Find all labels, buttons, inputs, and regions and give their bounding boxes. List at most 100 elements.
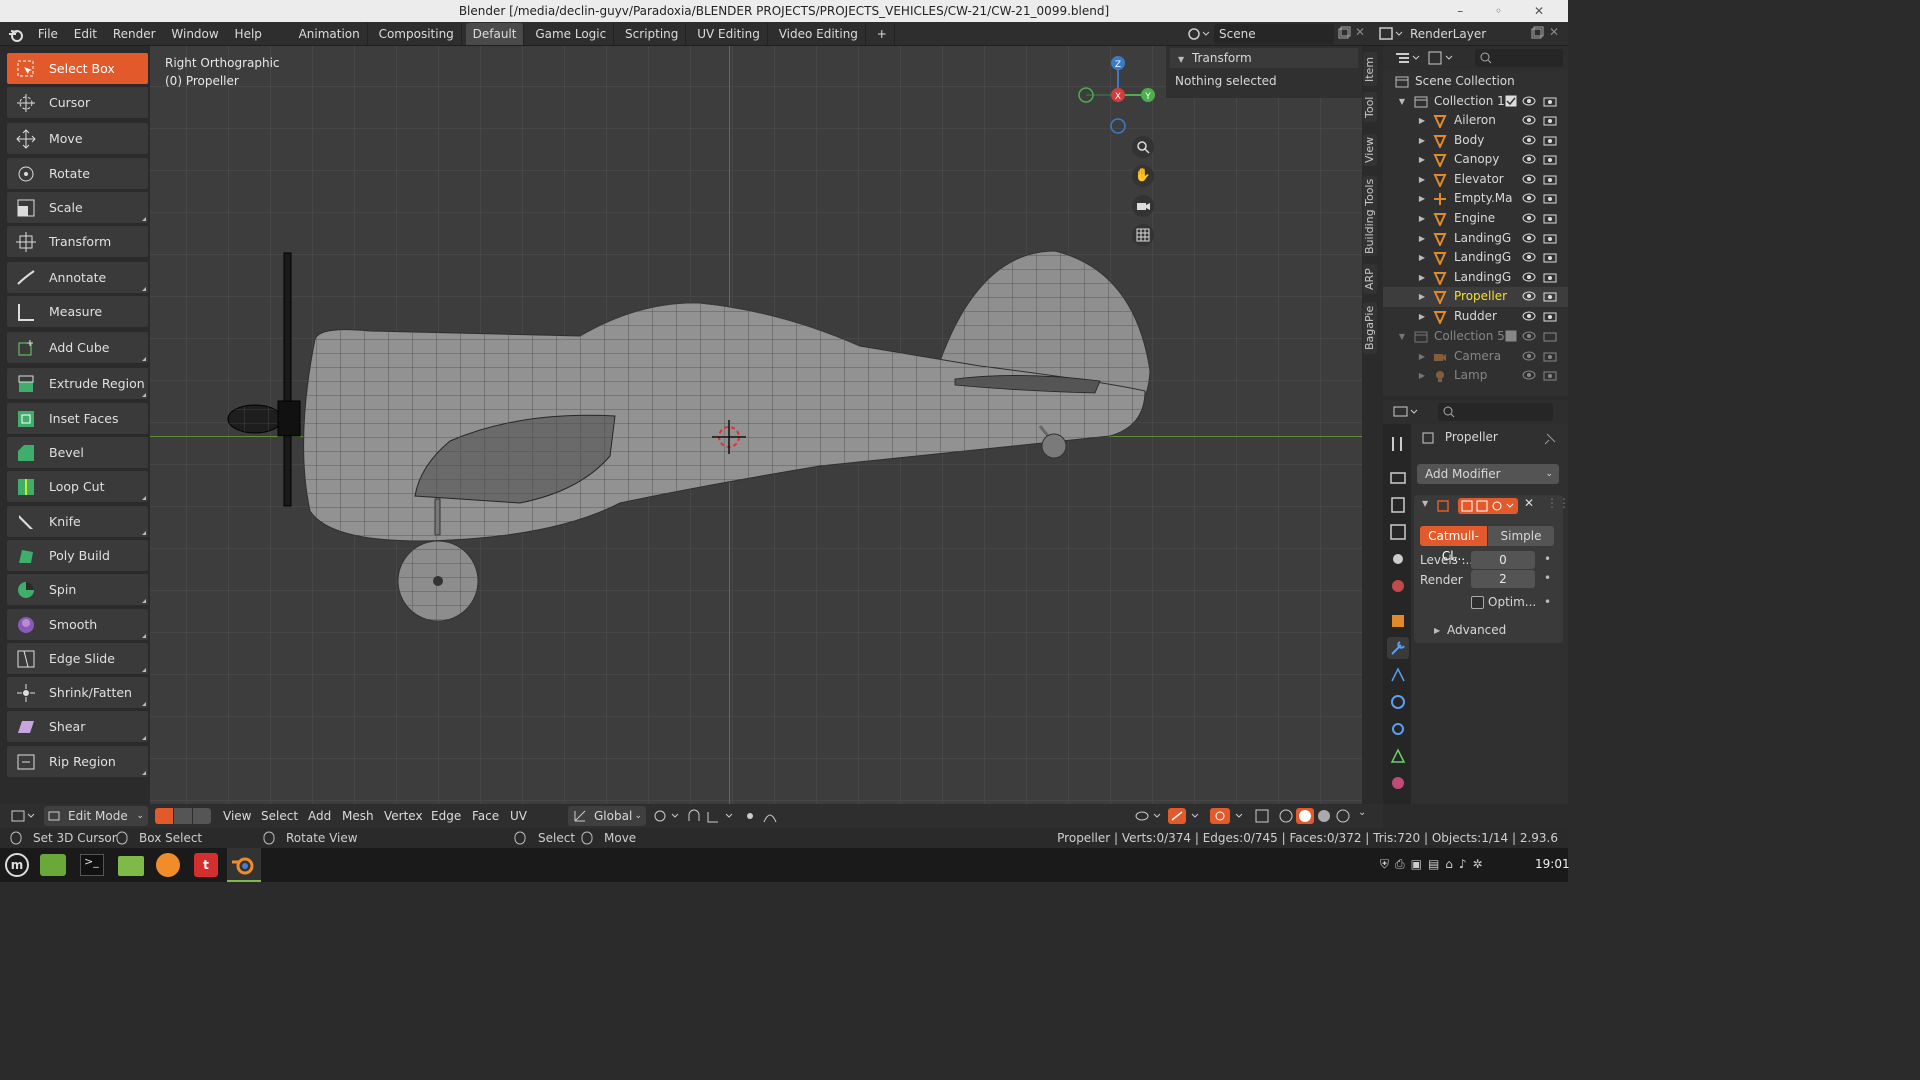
tool-poly-build[interactable]: Poly Build <box>6 538 149 572</box>
expand-icon[interactable]: ▶ <box>1417 268 1427 287</box>
object-props-icon[interactable] <box>1387 610 1409 632</box>
eye-icon[interactable] <box>1522 133 1536 147</box>
collapse-icon[interactable]: ▼ <box>1422 499 1428 508</box>
tab-default[interactable]: Default <box>465 23 525 45</box>
blender-taskbar-icon[interactable] <box>227 848 261 882</box>
expand-icon[interactable]: ▶ <box>1417 131 1427 150</box>
tool-rotate[interactable]: Rotate <box>6 156 149 190</box>
tool-rip-region[interactable]: Rip Region <box>6 744 149 778</box>
3d-viewport[interactable]: Right Orthographic (0) Propeller Z Y X ✋… <box>150 46 1362 804</box>
camera-view-icon[interactable] <box>1132 195 1154 217</box>
camera-icon[interactable] <box>1543 191 1557 205</box>
tool-smooth[interactable]: Smooth <box>6 607 149 641</box>
pan-hand-icon[interactable]: ✋ <box>1132 165 1154 187</box>
outliner-row-object[interactable]: ▶ LandingG <box>1383 229 1568 249</box>
data-props-icon[interactable] <box>1387 745 1409 767</box>
mode-selector[interactable]: Edit Mode ⌄ <box>44 806 148 826</box>
levels-viewport-field[interactable]: 0 <box>1471 551 1535 569</box>
outliner-row-object[interactable]: ▶ Engine <box>1383 209 1568 229</box>
tool-transform[interactable]: Transform <box>6 225 149 259</box>
eye-icon[interactable] <box>1522 368 1536 382</box>
expand-icon[interactable]: ▶ <box>1417 248 1427 267</box>
outliner-row-object[interactable]: ▶ Empty.Ma <box>1383 189 1568 209</box>
collection-5-row[interactable]: ▼ Collection 5 <box>1383 327 1568 347</box>
app-icon[interactable]: t <box>194 853 218 877</box>
tool-shear[interactable]: Shear <box>6 710 149 744</box>
expand-icon[interactable]: ▶ <box>1417 150 1427 169</box>
eye-icon[interactable] <box>1522 191 1536 205</box>
keyframe-dot-icon[interactable]: • <box>1544 595 1551 609</box>
outliner-row-camera[interactable]: ▶ Camera <box>1383 347 1568 367</box>
visibility-icon[interactable] <box>1134 808 1164 824</box>
tool-bevel[interactable]: Bevel <box>6 436 149 470</box>
checkbox-icon[interactable] <box>1505 95 1517 107</box>
properties-search-input[interactable] <box>1438 403 1553 421</box>
editor-type-icon[interactable] <box>10 808 38 824</box>
tab-game-logic[interactable]: Game Logic <box>528 23 615 45</box>
edge-select-icon[interactable] <box>174 808 192 824</box>
tab-compositing[interactable]: Compositing <box>372 23 462 45</box>
file-manager-icon[interactable] <box>118 856 144 876</box>
camera-icon[interactable] <box>1543 94 1557 108</box>
terminal-icon[interactable]: >_ <box>80 854 104 876</box>
close-layer-icon[interactable]: ✕ <box>1549 25 1561 41</box>
collection-1-row[interactable]: ▼ Collection 1 <box>1383 92 1568 112</box>
orientation-selector[interactable]: Global ⌄ <box>568 806 646 826</box>
camera-icon[interactable] <box>1543 270 1557 284</box>
airplane-model[interactable] <box>220 241 1160 631</box>
eye-icon[interactable] <box>1522 309 1536 323</box>
select-mode-buttons[interactable] <box>155 808 211 824</box>
header-menu-view[interactable]: View <box>223 804 251 828</box>
tab-scripting[interactable]: Scripting <box>618 23 687 45</box>
face-select-icon[interactable] <box>193 808 211 824</box>
outliner-row-lamp[interactable]: ▶ Lamp <box>1383 366 1568 386</box>
proportional-edit-icon[interactable] <box>742 808 782 824</box>
tab-animation[interactable]: Animation <box>292 23 368 45</box>
close-icon[interactable]: ✕ <box>1355 25 1367 41</box>
header-menu-uv[interactable]: UV <box>510 804 527 828</box>
add-workspace-button[interactable]: + <box>870 23 895 45</box>
add-modifier-dropdown[interactable]: Add Modifier ⌄ <box>1417 464 1559 484</box>
camera-icon[interactable] <box>1543 349 1557 363</box>
expand-icon[interactable]: ▶ <box>1417 229 1427 248</box>
menu-render[interactable]: Render <box>107 23 162 47</box>
render-layer-selector[interactable]: RenderLayer ✕ <box>1374 22 1568 46</box>
vertex-select-icon[interactable] <box>155 808 173 824</box>
output-props-icon[interactable] <box>1387 494 1409 516</box>
tool-cursor[interactable]: Cursor <box>6 86 149 120</box>
tab-view[interactable]: View <box>1363 134 1377 166</box>
camera-icon[interactable] <box>1543 329 1557 343</box>
keyframe-dot-icon[interactable]: • <box>1544 552 1551 566</box>
camera-icon[interactable] <box>1543 211 1557 225</box>
tool-move[interactable]: Move <box>6 122 149 156</box>
eye-icon[interactable] <box>1522 349 1536 363</box>
tool-select-box[interactable]: Select Box <box>6 52 149 85</box>
editor-type-icon[interactable] <box>1395 50 1421 66</box>
camera-icon[interactable] <box>1543 172 1557 186</box>
expand-icon[interactable]: ▶ <box>1417 307 1427 326</box>
tab-item[interactable]: Item <box>1363 52 1377 86</box>
tab-tool[interactable]: Tool <box>1363 92 1377 122</box>
start-menu-icon[interactable]: m <box>5 853 29 877</box>
scene-collection-row[interactable]: Scene Collection <box>1383 72 1568 92</box>
tool-knife[interactable]: Knife <box>6 504 149 538</box>
show-desktop-icon[interactable] <box>40 854 66 876</box>
scene-selector[interactable]: Scene ✕ <box>1180 22 1370 46</box>
3d-cursor-icon[interactable] <box>712 420 746 454</box>
camera-icon[interactable] <box>1543 309 1557 323</box>
properties-editor-icon[interactable] <box>1393 404 1419 420</box>
eye-icon[interactable] <box>1522 270 1536 284</box>
header-menu-select[interactable]: Select <box>261 804 298 828</box>
firefox-icon[interactable] <box>156 853 180 877</box>
outliner-search-input[interactable] <box>1475 49 1563 67</box>
eye-icon[interactable] <box>1522 329 1536 343</box>
render-props-icon[interactable] <box>1387 467 1409 489</box>
copy-layer-icon[interactable] <box>1530 26 1544 40</box>
tool-loop-cut[interactable]: Loop Cut <box>6 470 149 504</box>
expand-icon[interactable]: ▶ <box>1417 287 1427 306</box>
checkbox-icon[interactable] <box>1505 330 1517 342</box>
view-layer-props-icon[interactable] <box>1387 521 1409 543</box>
scene-name-field[interactable]: Scene <box>1214 24 1334 44</box>
snap-icon[interactable] <box>686 808 736 824</box>
system-tray-icons[interactable]: ⛨⎙▣▤⌂♪✲ <box>1380 857 1510 873</box>
